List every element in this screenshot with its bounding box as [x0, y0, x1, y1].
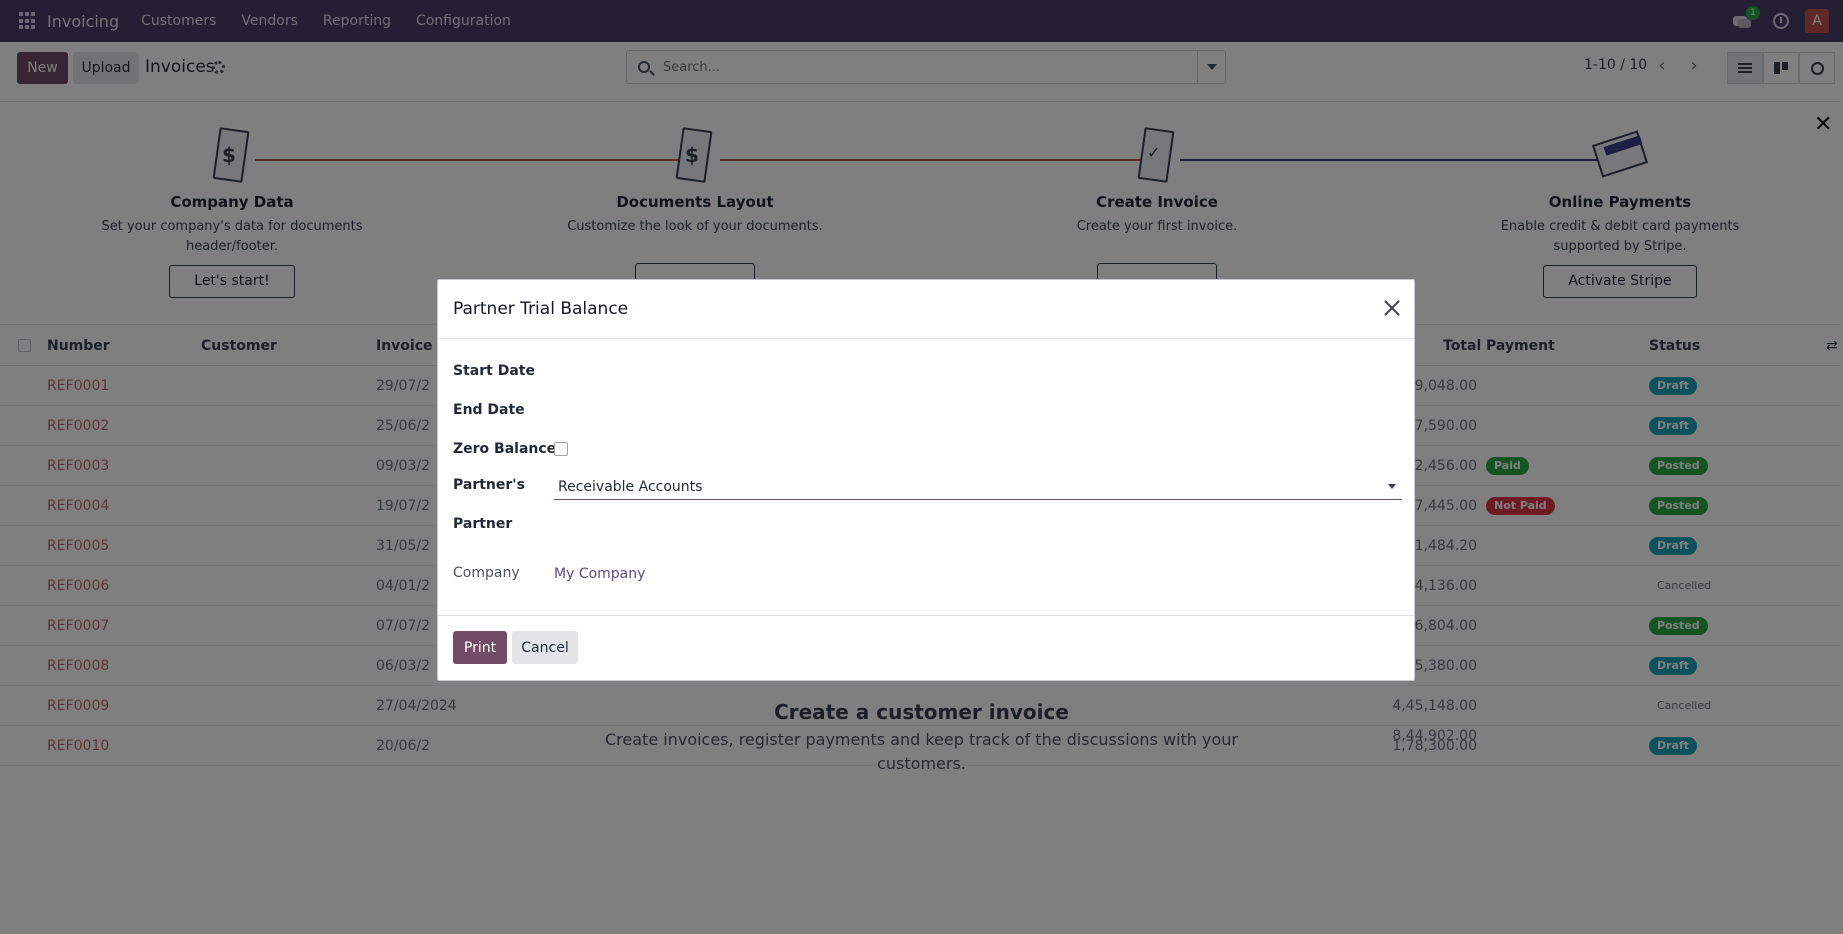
cancel-button[interactable]: Cancel — [512, 631, 578, 664]
close-icon[interactable] — [1382, 298, 1402, 318]
company-value-link[interactable]: My Company — [554, 566, 645, 582]
modal-title: Partner Trial Balance — [453, 299, 629, 319]
zero-balance-label: Zero Balance — [453, 441, 557, 457]
modal-body: Start Date End Date Zero Balance Partner… — [438, 339, 1414, 616]
partners-account-value: Receivable Accounts — [558, 479, 703, 495]
modal-header: Partner Trial Balance — [438, 280, 1414, 339]
zero-balance-checkbox[interactable] — [554, 442, 568, 456]
partners-account-select[interactable]: Receivable Accounts — [554, 473, 1402, 500]
print-button[interactable]: Print — [453, 631, 507, 664]
start-date-label: Start Date — [453, 363, 535, 379]
partner-label: Partner — [453, 516, 513, 532]
modal-footer: Print Cancel — [438, 616, 1414, 681]
company-label: Company — [453, 565, 520, 581]
partners-label: Partner's — [453, 477, 525, 493]
chevron-down-icon — [1388, 484, 1396, 489]
end-date-label: End Date — [453, 402, 525, 418]
partner-trial-balance-dialog: Partner Trial Balance Start Date End Dat… — [437, 279, 1415, 681]
